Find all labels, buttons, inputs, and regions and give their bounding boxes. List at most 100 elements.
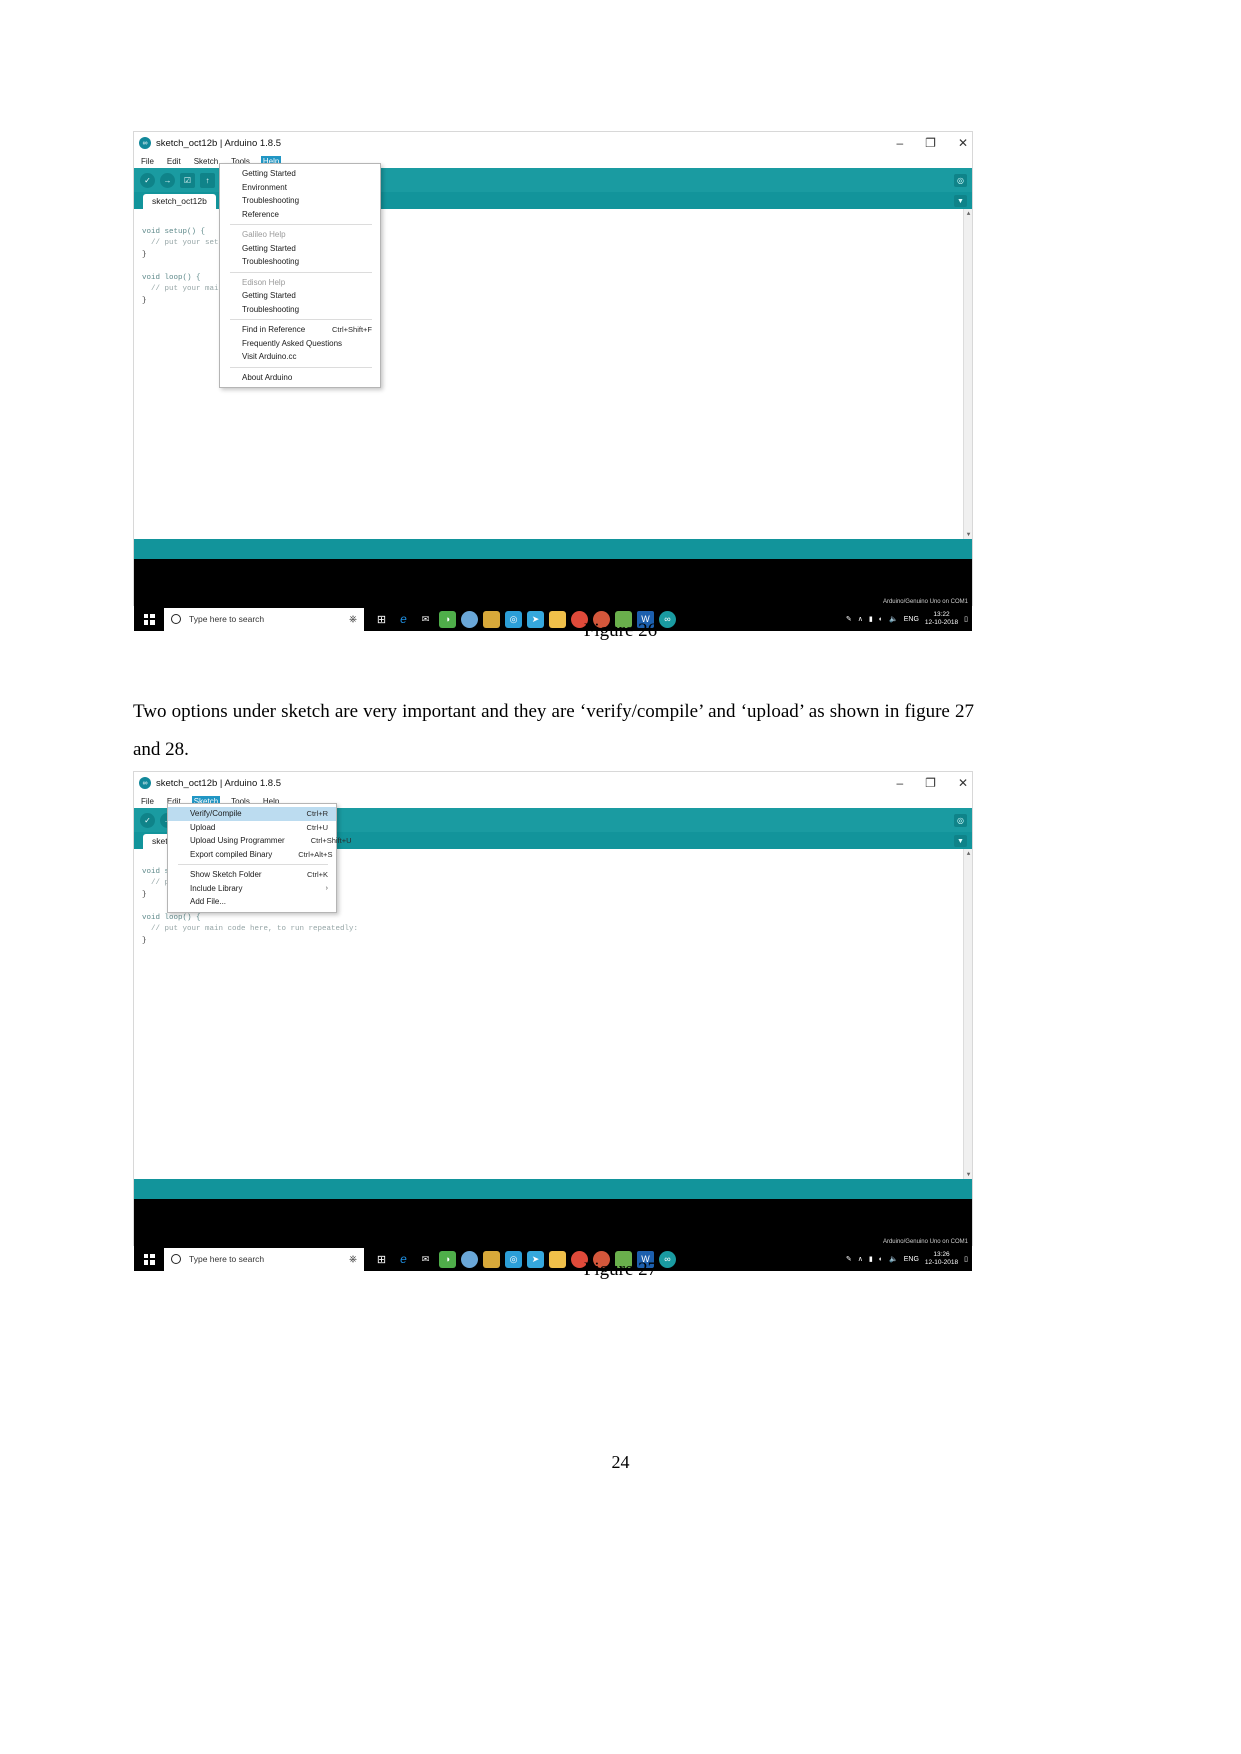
- sketch-tab[interactable]: sketch_oct12b: [143, 194, 216, 209]
- menu-header-edison-help: Edison Help: [220, 276, 380, 290]
- shortcut: Ctrl+K: [306, 870, 328, 880]
- maximize-icon[interactable]: ❐: [925, 777, 936, 789]
- code-line-4: void loop() {: [142, 273, 201, 282]
- menu-file[interactable]: File: [139, 796, 156, 807]
- label: Export compiled Binary: [190, 849, 273, 859]
- sketch-dropdown-menu[interactable]: Verify/Compile Ctrl+R Upload Ctrl+U Uplo…: [167, 803, 352, 913]
- open-sketch-button[interactable]: ↑: [200, 172, 215, 188]
- document-page: ∞ sketch_oct12b | Arduino 1.8.5 – ❐ ✕ Fi…: [0, 0, 1241, 1754]
- menu-header-galileo-help: Galileo Help: [220, 228, 380, 242]
- console-figure26: Arduino/Genuino Uno on COM1: [134, 559, 972, 607]
- label: About Arduino: [242, 372, 293, 382]
- menu-item-edison-troubleshooting[interactable]: Troubleshooting: [220, 303, 380, 317]
- clock-time: 13:22: [933, 610, 950, 618]
- minimize-icon[interactable]: –: [896, 137, 903, 149]
- clock-time: 13:26: [933, 1250, 950, 1258]
- menu-file[interactable]: File: [139, 156, 156, 167]
- code-line-3: }: [142, 250, 147, 259]
- maximize-icon[interactable]: ❐: [925, 137, 936, 149]
- label: Reference: [242, 209, 279, 219]
- menu-item-about-arduino[interactable]: About Arduino: [220, 371, 380, 385]
- ide-titlebar: ∞ sketch_oct12b | Arduino 1.8.5 – ❐ ✕: [134, 772, 972, 794]
- label: Edison Help: [242, 277, 286, 287]
- menu-separator: [230, 224, 372, 225]
- menu-item-visit-arduino-cc[interactable]: Visit Arduino.cc: [220, 350, 380, 364]
- window-controls[interactable]: – ❐ ✕: [896, 772, 968, 794]
- arduino-logo-icon: ∞: [139, 137, 151, 149]
- code-line-3: }: [142, 890, 147, 899]
- scroll-up-icon[interactable]: ▲: [964, 849, 972, 858]
- label: Include Library: [190, 883, 243, 893]
- tab-dropdown-icon[interactable]: ▼: [954, 195, 967, 207]
- window-controls[interactable]: – ❐ ✕: [896, 132, 968, 154]
- label: Verify/Compile: [190, 809, 242, 819]
- code-line-5: // put your main code here, to run repea…: [142, 925, 359, 933]
- menu-edit[interactable]: Edit: [165, 156, 183, 167]
- tab-dropdown-icon[interactable]: ▼: [954, 835, 967, 847]
- menu-separator: [230, 319, 372, 320]
- menu-separator: [230, 271, 372, 273]
- shortcut: Ctrl+R: [306, 809, 328, 819]
- help-dropdown-menu[interactable]: Getting Started Environment Troubleshoot…: [219, 163, 381, 388]
- menu-item-faq[interactable]: Frequently Asked Questions: [220, 337, 380, 351]
- arduino-ide-window-figure27[interactable]: ∞ sketch_oct12b | Arduino 1.8.5 – ❐ ✕ Fi…: [133, 771, 973, 1271]
- close-icon[interactable]: ✕: [958, 777, 968, 789]
- shortcut: Ctrl+Shift+F: [331, 325, 372, 335]
- arduino-logo-icon: ∞: [139, 777, 151, 789]
- label: Environment: [242, 182, 287, 192]
- menu-item-add-file[interactable]: Add File...: [168, 895, 336, 909]
- upload-button[interactable]: →: [160, 172, 175, 188]
- menu-item-edison-getting-started[interactable]: Getting Started: [220, 289, 380, 303]
- serial-monitor-icon[interactable]: ◎: [954, 813, 967, 827]
- menu-item-getting-started[interactable]: Getting Started: [220, 167, 380, 181]
- menu-item-troubleshooting[interactable]: Troubleshooting: [220, 194, 380, 208]
- page-number: 24: [611, 1452, 630, 1472]
- menu-item-upload-using-programmer[interactable]: Upload Using Programmer Ctrl+Shift+U: [168, 834, 352, 848]
- figure-26-caption: Figure 26: [583, 620, 658, 641]
- scroll-up-icon[interactable]: ▲: [964, 209, 972, 218]
- menu-sketch[interactable]: Sketch: [192, 156, 220, 167]
- shortcut: Ctrl+U: [306, 822, 328, 832]
- arduino-ide-window-figure26[interactable]: ∞ sketch_oct12b | Arduino 1.8.5 – ❐ ✕ Fi…: [133, 131, 973, 631]
- label: Show Sketch Folder: [190, 870, 262, 880]
- label: Getting Started: [242, 243, 296, 253]
- editor-scrollbar[interactable]: ▲ ▼: [963, 209, 972, 539]
- shortcut: Ctrl+Alt+S: [298, 849, 333, 859]
- scroll-down-icon[interactable]: ▼: [964, 530, 972, 539]
- verify-button[interactable]: ✓: [140, 172, 155, 188]
- label: Frequently Asked Questions: [242, 338, 343, 348]
- window-title: sketch_oct12b | Arduino 1.8.5: [156, 137, 281, 149]
- code-line-1: void setup() {: [142, 227, 206, 236]
- console-figure27: Arduino/Genuino Uno on COM1: [134, 1199, 972, 1247]
- minimize-icon[interactable]: –: [896, 777, 903, 789]
- label: Troubleshooting: [242, 257, 300, 267]
- new-sketch-button[interactable]: ☑: [180, 172, 195, 188]
- menu-item-include-library[interactable]: Include Library ›: [168, 882, 336, 896]
- window-title: sketch_oct12b | Arduino 1.8.5: [156, 777, 281, 789]
- menu-item-upload[interactable]: Upload Ctrl+U: [168, 821, 336, 835]
- label: Upload Using Programmer: [190, 836, 285, 846]
- menu-item-export-compiled-binary[interactable]: Export compiled Binary Ctrl+Alt+S: [168, 848, 336, 862]
- code-line-6: }: [142, 936, 147, 945]
- menu-separator: [178, 864, 328, 865]
- menu-item-galileo-troubleshooting[interactable]: Troubleshooting: [220, 255, 380, 269]
- menu-item-galileo-getting-started[interactable]: Getting Started: [220, 242, 380, 256]
- label: Find in Reference: [242, 325, 306, 335]
- code-line-4: void loop() {: [142, 913, 201, 922]
- scroll-down-icon[interactable]: ▼: [964, 1170, 972, 1179]
- label: Troubleshooting: [242, 304, 300, 314]
- code-line-6: }: [142, 296, 147, 305]
- menu-item-environment[interactable]: Environment: [220, 181, 380, 195]
- menu-separator: [230, 366, 372, 368]
- menu-item-reference[interactable]: Reference: [220, 208, 380, 222]
- serial-monitor-icon[interactable]: ◎: [954, 173, 967, 187]
- editor-scrollbar[interactable]: ▲ ▼: [963, 849, 972, 1179]
- menu-item-show-sketch-folder[interactable]: Show Sketch Folder Ctrl+K: [168, 868, 336, 882]
- label: Add File...: [190, 897, 227, 907]
- body-paragraph: Two options under sketch are very import…: [133, 701, 974, 760]
- verify-button[interactable]: ✓: [140, 812, 155, 828]
- status-bar-figure26: [134, 539, 972, 559]
- menu-item-find-in-reference[interactable]: Find in Reference Ctrl+Shift+F: [220, 323, 380, 337]
- menu-item-verify-compile[interactable]: Verify/Compile Ctrl+R: [168, 807, 336, 821]
- close-icon[interactable]: ✕: [958, 137, 968, 149]
